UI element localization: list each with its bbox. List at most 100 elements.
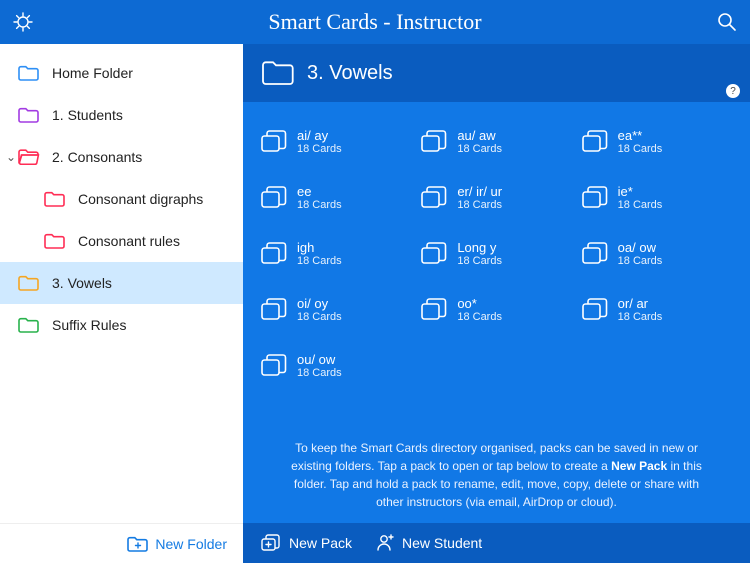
pack-item[interactable]: au/ aw18 Cards [421, 118, 571, 166]
pack-item[interactable]: oa/ ow18 Cards [582, 230, 732, 278]
sidebar-item-consonants[interactable]: ⌄ 2. Consonants [0, 136, 243, 178]
pack-subtitle: 18 Cards [457, 199, 502, 211]
pack-item[interactable]: ee18 Cards [261, 174, 411, 222]
help-icon[interactable]: ? [726, 84, 740, 98]
sidebar-item-label: Consonant rules [78, 233, 180, 249]
pack-icon [261, 130, 287, 154]
new-student-label: New Student [402, 535, 482, 551]
pack-text: ee18 Cards [297, 185, 342, 211]
pack-item[interactable]: ie*18 Cards [582, 174, 732, 222]
sidebar-list: Home Folder 1. Students ⌄ 2. Consonants … [0, 44, 243, 523]
pack-icon [421, 130, 447, 154]
sidebar-item-consonant-rules[interactable]: Consonant rules [0, 220, 243, 262]
pack-subtitle: 18 Cards [618, 199, 663, 211]
pack-text: er/ ir/ ur18 Cards [457, 185, 502, 211]
main-panel: 3. Vowels ? ai/ ay18 Cardsau/ aw18 Cards… [243, 44, 750, 563]
pack-subtitle: 18 Cards [297, 199, 342, 211]
pack-name: oo* [457, 297, 502, 311]
new-folder-button[interactable]: New Folder [0, 523, 243, 563]
pack-subtitle: 18 Cards [618, 311, 663, 323]
pack-name: igh [297, 241, 342, 255]
pack-icon [261, 242, 287, 266]
pack-text: Long y18 Cards [457, 241, 502, 267]
pack-icon [582, 186, 608, 210]
pack-item[interactable]: igh18 Cards [261, 230, 411, 278]
pack-subtitle: 18 Cards [297, 143, 342, 155]
pack-text: ai/ ay18 Cards [297, 129, 342, 155]
sidebar-item-label: Suffix Rules [52, 317, 126, 333]
pack-name: ou/ ow [297, 353, 342, 367]
pack-name: or/ ar [618, 297, 663, 311]
pack-subtitle: 18 Cards [297, 367, 342, 379]
folder-icon [44, 191, 66, 207]
pack-name: ie* [618, 185, 663, 199]
pack-icon [261, 186, 287, 210]
pack-name: er/ ir/ ur [457, 185, 502, 199]
hint-text: To keep the Smart Cards directory organi… [243, 439, 750, 523]
sidebar-item-suffix-rules[interactable]: Suffix Rules [0, 304, 243, 346]
folder-icon [18, 317, 40, 333]
folder-icon [18, 275, 40, 291]
pack-grid: ai/ ay18 Cardsau/ aw18 Cardsea**18 Cards… [243, 102, 750, 439]
person-plus-icon [374, 534, 394, 552]
sidebar-item-consonant-digraphs[interactable]: Consonant digraphs [0, 178, 243, 220]
pack-name: oa/ ow [618, 241, 663, 255]
settings-gear-icon[interactable] [12, 11, 34, 33]
pack-text: au/ aw18 Cards [457, 129, 502, 155]
pack-icon [582, 130, 608, 154]
pack-text: igh18 Cards [297, 241, 342, 267]
folder-open-icon [18, 149, 40, 165]
folder-large-icon [261, 59, 295, 87]
topbar: Smart Cards - Instructor [0, 0, 750, 44]
search-icon[interactable] [716, 11, 738, 33]
pack-name: au/ aw [457, 129, 502, 143]
new-pack-button[interactable]: New Pack [261, 534, 352, 552]
pack-item[interactable]: Long y18 Cards [421, 230, 571, 278]
pack-text: or/ ar18 Cards [618, 297, 663, 323]
folder-icon [18, 107, 40, 123]
hint-bold: New Pack [611, 459, 667, 473]
pack-item[interactable]: or/ ar18 Cards [582, 286, 732, 334]
folder-plus-icon [127, 536, 149, 552]
pack-item[interactable]: ea**18 Cards [582, 118, 732, 166]
pack-subtitle: 18 Cards [297, 311, 342, 323]
sidebar-item-label: Home Folder [52, 65, 133, 81]
sidebar-item-students[interactable]: 1. Students [0, 94, 243, 136]
new-student-button[interactable]: New Student [374, 534, 482, 552]
pack-icon [261, 354, 287, 378]
sidebar-item-label: 1. Students [52, 107, 123, 123]
pack-text: oa/ ow18 Cards [618, 241, 663, 267]
sidebar-item-vowels[interactable]: 3. Vowels [0, 262, 243, 304]
pack-item[interactable]: oi/ oy18 Cards [261, 286, 411, 334]
pack-subtitle: 18 Cards [618, 143, 663, 155]
sidebar-item-label: 3. Vowels [52, 275, 112, 291]
pack-name: ea** [618, 129, 663, 143]
pack-text: ou/ ow18 Cards [297, 353, 342, 379]
sidebar-item-label: Consonant digraphs [78, 191, 203, 207]
pack-name: Long y [457, 241, 502, 255]
pack-plus-icon [261, 534, 281, 552]
main-footer: New Pack New Student [243, 523, 750, 563]
pack-text: oo*18 Cards [457, 297, 502, 323]
pack-icon [421, 186, 447, 210]
new-pack-label: New Pack [289, 535, 352, 551]
pack-item[interactable]: ai/ ay18 Cards [261, 118, 411, 166]
main-title: 3. Vowels [307, 62, 393, 85]
pack-icon [582, 242, 608, 266]
pack-icon [421, 298, 447, 322]
pack-subtitle: 18 Cards [457, 143, 502, 155]
pack-text: ie*18 Cards [618, 185, 663, 211]
pack-icon [421, 242, 447, 266]
pack-subtitle: 18 Cards [457, 311, 502, 323]
sidebar-item-home[interactable]: Home Folder [0, 52, 243, 94]
pack-item[interactable]: ou/ ow18 Cards [261, 342, 411, 390]
folder-icon [44, 233, 66, 249]
pack-name: ai/ ay [297, 129, 342, 143]
pack-item[interactable]: oo*18 Cards [421, 286, 571, 334]
pack-text: oi/ oy18 Cards [297, 297, 342, 323]
pack-subtitle: 18 Cards [618, 255, 663, 267]
sidebar: Home Folder 1. Students ⌄ 2. Consonants … [0, 44, 243, 563]
pack-subtitle: 18 Cards [297, 255, 342, 267]
main-header: 3. Vowels ? [243, 44, 750, 102]
pack-item[interactable]: er/ ir/ ur18 Cards [421, 174, 571, 222]
